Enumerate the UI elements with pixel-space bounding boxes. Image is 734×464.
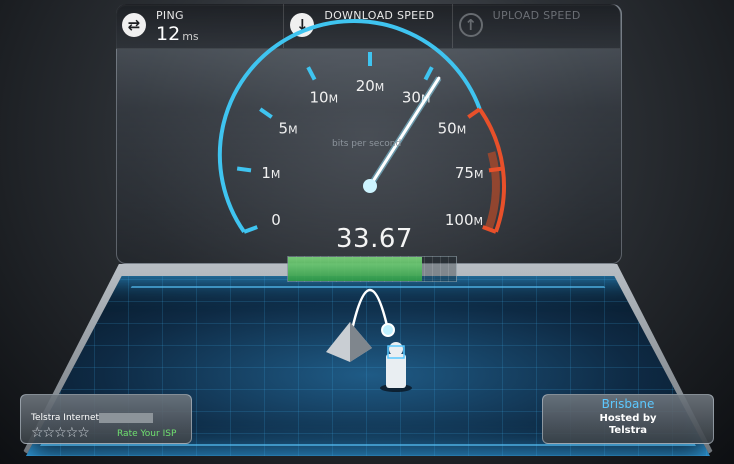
server-city[interactable]: Brisbane bbox=[543, 397, 713, 411]
server-sponsor: Telstra bbox=[608, 425, 648, 436]
hosted-by-label: Hosted by bbox=[599, 413, 657, 424]
rate-isp-link[interactable]: Rate Your ISP bbox=[117, 429, 176, 439]
isp-name: Telstra Internet bbox=[31, 413, 100, 423]
isp-rating-box: Telstra Internet ☆☆☆☆☆ Rate Your ISP bbox=[20, 394, 192, 444]
connection-node bbox=[381, 323, 395, 337]
star-rating[interactable]: ☆☆☆☆☆ bbox=[31, 425, 90, 441]
connection-arc bbox=[350, 288, 390, 331]
pyramid-shade bbox=[350, 322, 372, 362]
ip-address-redacted bbox=[99, 413, 153, 423]
server-person-icon bbox=[380, 342, 412, 392]
server-info-box: Brisbane Hosted by Telstra bbox=[542, 394, 714, 444]
